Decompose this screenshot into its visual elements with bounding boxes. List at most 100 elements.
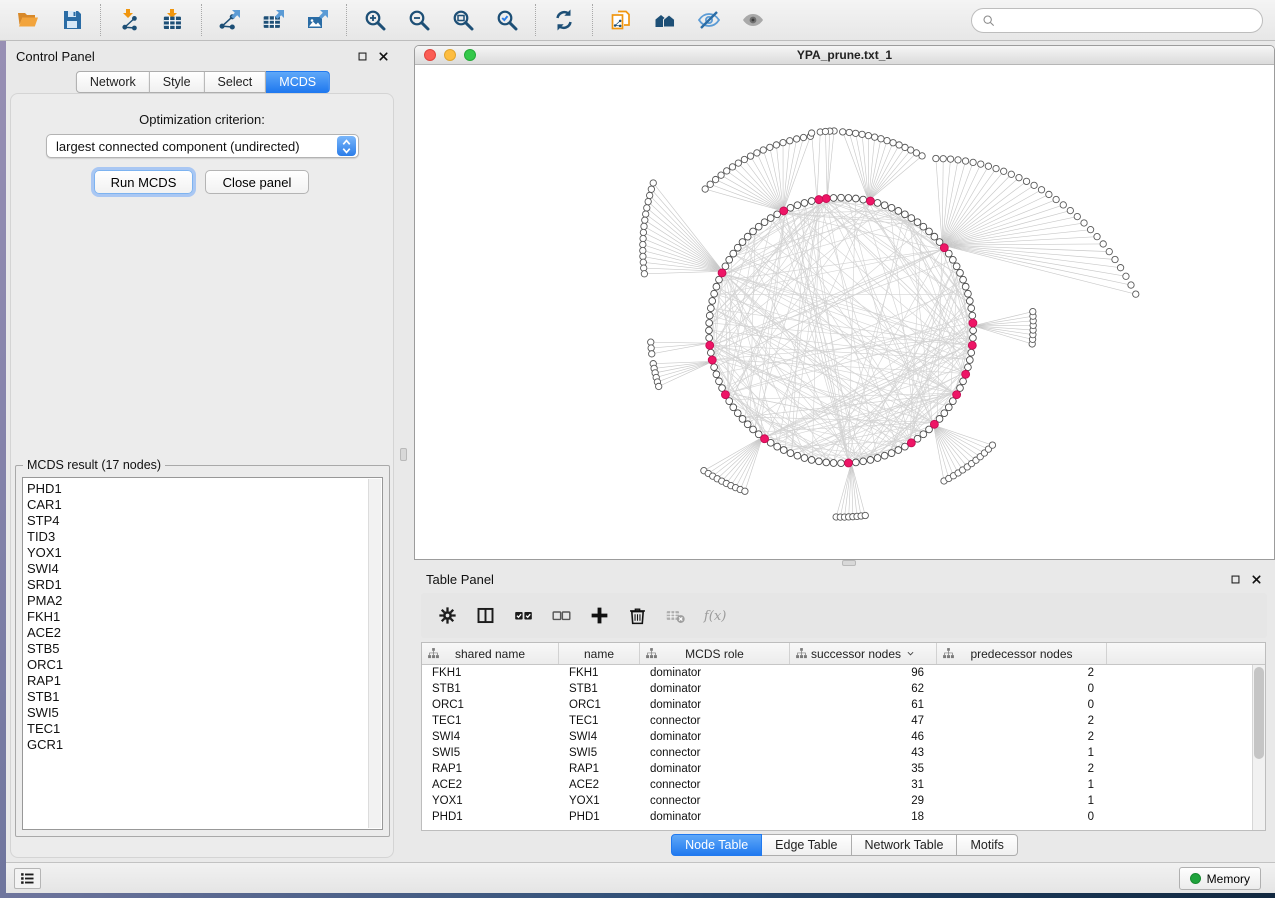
panel-menu-button[interactable]	[14, 868, 41, 889]
first-neighbors-button[interactable]	[648, 5, 682, 35]
tab-network-table[interactable]: Network Table	[852, 834, 958, 856]
close-panel-button[interactable]: Close panel	[205, 170, 309, 194]
result-node[interactable]: PHD1	[27, 481, 366, 497]
column-header-MCDS-role[interactable]: MCDS role	[640, 643, 790, 664]
run-mcds-button[interactable]: Run MCDS	[94, 170, 193, 194]
select-all-rows-button[interactable]	[509, 601, 538, 630]
open-session-button[interactable]	[11, 5, 45, 35]
result-node[interactable]: YOX1	[27, 545, 366, 561]
table-row-FKH1[interactable]: FKH1FKH1dominator962	[422, 665, 1252, 681]
table-cell: SWI4	[559, 729, 640, 745]
zoom-fit-button[interactable]	[446, 5, 480, 35]
result-node[interactable]: FKH1	[27, 609, 366, 625]
tab-edge-table[interactable]: Edge Table	[762, 834, 851, 856]
save-session-button[interactable]	[55, 5, 89, 35]
tab-network[interactable]: Network	[76, 71, 150, 93]
column-header-successor-nodes[interactable]: successor nodes	[790, 643, 937, 664]
result-node[interactable]: RAP1	[27, 673, 366, 689]
hide-selected-button[interactable]	[692, 5, 726, 35]
select-stepper-icon	[337, 136, 356, 156]
vertical-splitter[interactable]	[400, 41, 408, 862]
result-node[interactable]: STP4	[27, 513, 366, 529]
import-network-button[interactable]	[112, 5, 146, 35]
result-node[interactable]: TEC1	[27, 721, 366, 737]
result-scrollbar[interactable]	[368, 479, 381, 828]
show-columns-button[interactable]	[471, 601, 500, 630]
table-cell: 18	[790, 809, 937, 825]
close-table-panel-button[interactable]	[1249, 572, 1263, 586]
close-control-panel-button[interactable]	[376, 49, 390, 63]
zoom-in-button[interactable]	[358, 5, 392, 35]
export-image-button[interactable]	[301, 5, 335, 35]
minimize-window-icon[interactable]	[444, 49, 456, 61]
result-node[interactable]: STB1	[27, 689, 366, 705]
show-all-button[interactable]	[736, 5, 770, 35]
export-network-button[interactable]	[213, 5, 247, 35]
tab-motifs[interactable]: Motifs	[957, 834, 1017, 856]
table-row-ORC1[interactable]: ORC1ORC1dominator610	[422, 697, 1252, 713]
result-node[interactable]: CAR1	[27, 497, 366, 513]
scrollbar-thumb[interactable]	[1254, 667, 1264, 759]
tab-mcds[interactable]: MCDS	[266, 71, 330, 93]
delete-column-button[interactable]	[623, 601, 652, 630]
import-table-button[interactable]	[156, 5, 190, 35]
deselect-all-rows-button[interactable]	[547, 601, 576, 630]
table-row-SWI4[interactable]: SWI4SWI4dominator462	[422, 729, 1252, 745]
delete-table-button	[661, 601, 690, 630]
table-row-PHD1[interactable]: PHD1PHD1dominator180	[422, 809, 1252, 825]
result-node[interactable]: STB5	[27, 641, 366, 657]
zoom-selected-button[interactable]	[490, 5, 524, 35]
close-window-icon[interactable]	[424, 49, 436, 61]
toolbar-group-4	[536, 4, 593, 36]
table-row-RAP1[interactable]: RAP1RAP1dominator352	[422, 761, 1252, 777]
table-row-SWI5[interactable]: SWI5SWI5connector431	[422, 745, 1252, 761]
tab-select[interactable]: Select	[205, 71, 267, 93]
table-row-TEC1[interactable]: TEC1TEC1connector472	[422, 713, 1252, 729]
export-table-button[interactable]	[257, 5, 291, 35]
network-titlebar[interactable]: YPA_prune.txt_1	[415, 46, 1274, 65]
table-cell: 47	[790, 713, 937, 729]
column-header-label: MCDS role	[685, 647, 744, 661]
copy-network-button[interactable]	[604, 5, 638, 35]
result-node[interactable]: TID3	[27, 529, 366, 545]
table-cell: dominator	[640, 761, 790, 777]
status-bar: Memory	[6, 862, 1275, 893]
criterion-select[interactable]: largest connected component (undirected)	[46, 134, 359, 158]
table-row-ACE2[interactable]: ACE2ACE2connector311	[422, 777, 1252, 793]
zoom-out-button[interactable]	[402, 5, 436, 35]
search-input[interactable]	[1001, 14, 1253, 28]
maximize-window-icon[interactable]	[464, 49, 476, 61]
splitter-grip-icon[interactable]	[400, 448, 407, 461]
result-node[interactable]: SRD1	[27, 577, 366, 593]
refresh-layout-button[interactable]	[547, 5, 581, 35]
table-settings-button[interactable]	[433, 601, 462, 630]
table-scrollbar[interactable]	[1252, 665, 1265, 830]
table-cell: 43	[790, 745, 937, 761]
result-node[interactable]: SWI4	[27, 561, 366, 577]
add-column-button[interactable]	[585, 601, 614, 630]
column-header-predecessor-nodes[interactable]: predecessor nodes	[937, 643, 1107, 664]
table-cell: 1	[937, 793, 1107, 809]
result-node[interactable]: GCR1	[27, 737, 366, 753]
column-header-shared-name[interactable]: shared name	[422, 643, 559, 664]
search-box[interactable]	[971, 8, 1263, 33]
column-header-name[interactable]: name	[559, 643, 640, 664]
tab-node-table[interactable]: Node Table	[671, 834, 762, 856]
table-row-YOX1[interactable]: YOX1YOX1connector291	[422, 793, 1252, 809]
table-row-STB1[interactable]: STB1STB1dominator620	[422, 681, 1252, 697]
tab-style[interactable]: Style	[150, 71, 205, 93]
result-node[interactable]: SWI5	[27, 705, 366, 721]
table-cell: 29	[790, 793, 937, 809]
table-tabs-row: Node TableEdge TableNetwork TableMotifs	[414, 834, 1275, 856]
mcds-result-list[interactable]: PHD1CAR1STP4TID3YOX1SWI4SRD1PMA2FKH1ACE2…	[22, 477, 383, 830]
node-table: shared namename MCDS role successor nodesp…	[421, 642, 1266, 831]
memory-button[interactable]: Memory	[1179, 867, 1261, 890]
criterion-selected-value: largest connected component (undirected)	[56, 139, 300, 154]
float-table-panel-button[interactable]	[1228, 572, 1242, 586]
result-node[interactable]: PMA2	[27, 593, 366, 609]
float-control-panel-button[interactable]	[355, 49, 369, 63]
table-cell: ORC1	[559, 697, 640, 713]
result-node[interactable]: ORC1	[27, 657, 366, 673]
network-canvas[interactable]	[415, 65, 1274, 559]
result-node[interactable]: ACE2	[27, 625, 366, 641]
